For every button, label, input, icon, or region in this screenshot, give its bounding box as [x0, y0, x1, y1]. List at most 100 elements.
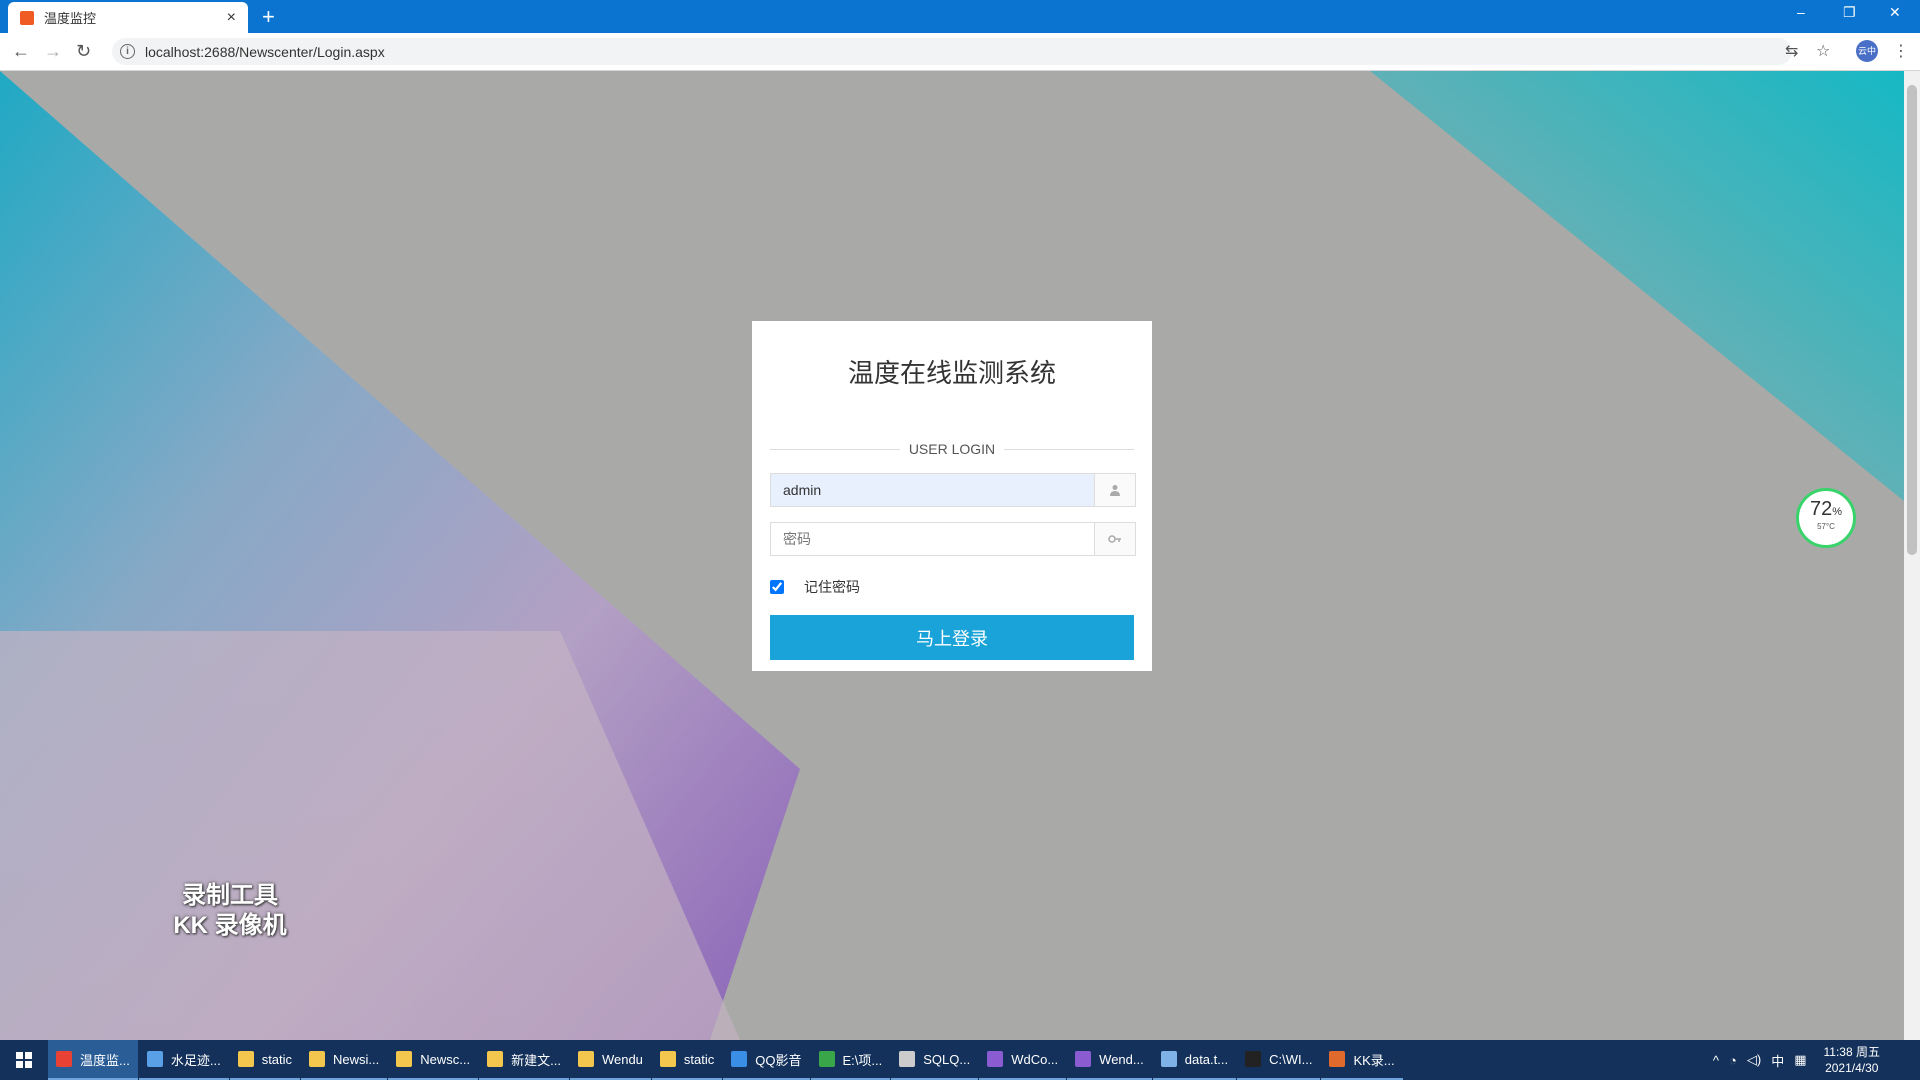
taskbar-item[interactable]: 温度监... [48, 1040, 138, 1080]
taskbar-item-label: KK录... [1353, 1052, 1395, 1068]
ime-indicator[interactable]: 中 [1771, 1051, 1784, 1070]
taskbar-item-label: Wendu [601, 1051, 643, 1067]
taskbar-item[interactable]: SQLQ... [891, 1040, 979, 1080]
taskbar-item-label: static [683, 1051, 715, 1067]
windows-icon [16, 1052, 32, 1068]
taskbar-item[interactable]: Newsi... [301, 1040, 388, 1080]
app-icon [1075, 1051, 1092, 1067]
taskbar: 温度监... 水足迹... static Newsi... Newsc... 新建文...… [0, 1040, 1920, 1080]
taskbar-item[interactable]: static [229, 1040, 301, 1080]
password-field [770, 522, 1136, 556]
recorder-watermark: 录制工具 KK 录像机 [160, 881, 300, 941]
app-icon [731, 1051, 748, 1067]
system-clock[interactable]: 11:38 周五 2021/4/30 [1824, 1044, 1880, 1076]
taskbar-item-label: E:\项... [842, 1052, 883, 1068]
username-field [770, 473, 1136, 507]
taskbar-item-label: 温度监... [80, 1052, 130, 1068]
app-icon [1245, 1051, 1262, 1067]
app-icon [1160, 1051, 1177, 1067]
taskbar-item-label: QQ影音 [755, 1052, 802, 1068]
info-icon[interactable]: i [120, 44, 135, 59]
app-icon [818, 1051, 835, 1067]
minimize-button[interactable]: – [1797, 4, 1805, 20]
username-input[interactable] [771, 474, 1089, 506]
watermark-line1: 录制工具 [182, 882, 278, 909]
menu-icon[interactable]: ⋮ [1893, 41, 1909, 61]
taskbar-item[interactable]: 水足迹... [138, 1040, 229, 1080]
taskbar-item-label: C:\WI... [1269, 1051, 1313, 1067]
app-icon [237, 1051, 254, 1067]
gauge-percent-unit: % [1832, 506, 1843, 518]
reload-icon[interactable]: ↻ [76, 41, 91, 62]
close-tab-icon[interactable]: × [227, 9, 236, 27]
remember-label: 记住密码 [804, 579, 860, 595]
volume-icon[interactable]: ◁) [1747, 1052, 1761, 1068]
app-icon [1329, 1051, 1346, 1067]
remember-password[interactable]: 记住密码 [770, 577, 860, 597]
taskbar-item[interactable]: E:\项... [810, 1040, 891, 1080]
key-icon [1094, 523, 1135, 555]
taskbar-item[interactable]: 新建文... [479, 1040, 569, 1080]
app-icon [56, 1051, 72, 1067]
taskbar-item-label: Newsi... [333, 1051, 380, 1067]
taskbar-item[interactable]: Wend... [1067, 1040, 1152, 1080]
translate-icon[interactable]: ⇆ [1785, 41, 1798, 61]
user-icon [1094, 474, 1135, 506]
network-icon[interactable]: ◔ [1729, 1053, 1737, 1068]
clock-date: 2021/4/30 [1825, 1061, 1879, 1075]
system-tray: ^ ◔ ◁) 中 ▦ 11:38 周五 2021/4/30 [1708, 1040, 1920, 1080]
app-icon [309, 1051, 326, 1067]
close-window-button[interactable]: ✕ [1889, 4, 1901, 21]
remember-checkbox[interactable] [770, 580, 784, 594]
page-viewport: 温度在线监测系统 USER LOGIN 记住密码 马上登录 72% 57°C 录… [0, 71, 1904, 1040]
app-icon [577, 1051, 594, 1067]
login-button[interactable]: 马上登录 [770, 615, 1134, 660]
start-button[interactable] [0, 1040, 48, 1080]
forward-icon[interactable]: → [44, 41, 62, 62]
taskbar-item[interactable]: WdCo... [979, 1040, 1067, 1080]
taskbar-item-label: Wend... [1099, 1051, 1144, 1067]
taskbar-item-label: 新建文... [511, 1052, 561, 1068]
taskbar-item-label: static [261, 1051, 293, 1067]
app-icon [396, 1051, 413, 1067]
taskbar-items: 温度监... 水足迹... static Newsi... Newsc... 新建文...… [48, 1040, 1404, 1080]
scrollbar-thumb[interactable] [1907, 85, 1917, 555]
taskbar-item-label: data.t... [1184, 1051, 1229, 1067]
clock-time: 11:38 周五 [1823, 1045, 1880, 1059]
browser-tab-strip: 温度监控 × + – ❐ ✕ [0, 0, 1920, 33]
taskbar-item-label: SQLQ... [923, 1051, 971, 1067]
taskbar-item[interactable]: QQ影音 [723, 1040, 810, 1080]
gauge-percent: 72 [1809, 498, 1833, 520]
keyboard-icon[interactable]: ▦ [1794, 1052, 1806, 1068]
app-icon [987, 1051, 1004, 1067]
taskbar-item[interactable]: Newsc... [388, 1040, 479, 1080]
password-input[interactable] [771, 523, 1089, 555]
restore-button[interactable]: ❐ [1843, 4, 1856, 21]
back-icon[interactable]: ← [12, 41, 30, 62]
login-card: 温度在线监测系统 USER LOGIN 记住密码 马上登录 [752, 321, 1152, 671]
url-text[interactable]: localhost:2688/Newscenter/Login.aspx [145, 44, 385, 60]
tab-title: 温度监控 [44, 11, 97, 26]
performance-gauge[interactable]: 72% 57°C [1796, 488, 1856, 548]
new-tab-button[interactable]: + [262, 4, 275, 30]
taskbar-item[interactable]: C:\WI... [1237, 1040, 1321, 1080]
tray-chevron-icon[interactable]: ^ [1713, 1053, 1719, 1068]
gauge-temperature: 57°C [1817, 522, 1835, 531]
taskbar-item-label: WdCo... [1011, 1051, 1059, 1067]
star-icon[interactable]: ☆ [1816, 41, 1830, 61]
taskbar-item-label: 水足迹... [170, 1052, 221, 1068]
browser-tab[interactable]: 温度监控 × [8, 2, 248, 33]
taskbar-item[interactable]: Wendu [569, 1040, 651, 1080]
taskbar-item[interactable]: KK录... [1321, 1040, 1403, 1080]
taskbar-item[interactable]: static [651, 1040, 723, 1080]
address-bar[interactable]: i localhost:2688/Newscenter/Login.aspx [112, 38, 1792, 65]
app-icon [899, 1051, 916, 1067]
login-title: 温度在线监测系统 [847, 358, 1056, 388]
profile-avatar[interactable]: 云中 [1856, 40, 1878, 62]
taskbar-item[interactable]: data.t... [1152, 1040, 1237, 1080]
app-icon [146, 1051, 163, 1067]
page-scrollbar[interactable] [1904, 71, 1920, 1040]
watermark-line2: KK 录像机 [173, 912, 287, 939]
taskbar-item-label: Newsc... [420, 1051, 471, 1067]
favicon-icon [20, 10, 34, 25]
